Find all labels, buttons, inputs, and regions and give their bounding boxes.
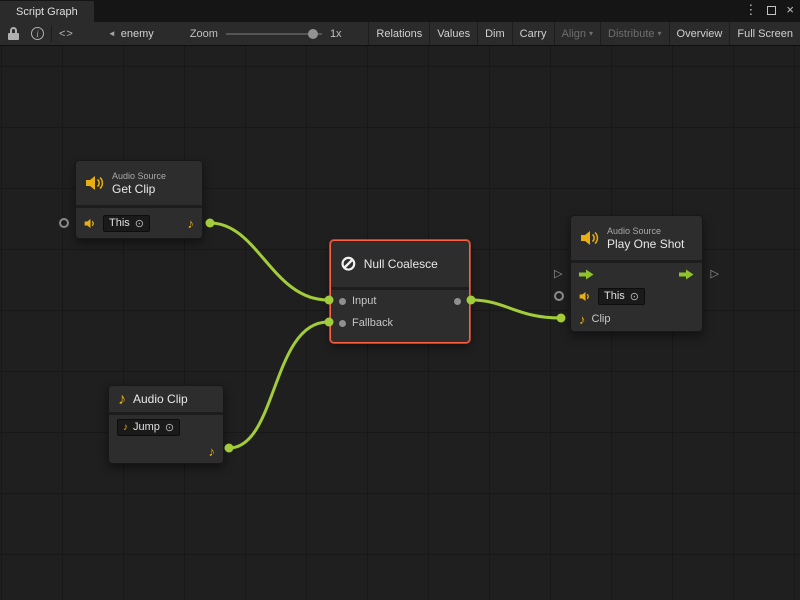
back-arrow-icon: ◄: [108, 29, 116, 38]
close-icon[interactable]: ×: [786, 3, 794, 17]
input-port[interactable]: [339, 298, 346, 305]
fullscreen-button[interactable]: Full Screen: [729, 22, 800, 45]
relations-button[interactable]: Relations: [368, 22, 429, 45]
fallback-port[interactable]: [339, 320, 346, 327]
graph-toolbar: i <> ◄ enemy Zoom 1x Relations Values Di…: [0, 22, 800, 46]
tab-script-graph[interactable]: Script Graph: [0, 1, 94, 22]
values-button[interactable]: Values: [429, 22, 477, 45]
node-audio-clip[interactable]: ♪ Audio Clip ♪ Jump ⊙ ♪: [108, 385, 224, 464]
distribute-button[interactable]: Distribute ▾: [600, 22, 668, 45]
node-null-coalesce[interactable]: ⊘ Null Coalesce Input Fallback: [330, 240, 470, 343]
audio-clip-icon: ♪: [118, 393, 126, 406]
window-controls: ⋮ ×: [744, 3, 794, 17]
caret-down-icon: ▾: [589, 29, 593, 38]
clip-output-note-icon[interactable]: ♪: [209, 445, 216, 458]
target-value: This: [109, 217, 130, 229]
node-title: Play One Shot: [607, 237, 684, 251]
object-picker-icon[interactable]: ⊙: [630, 290, 639, 303]
overview-button[interactable]: Overview: [669, 22, 730, 45]
node-header[interactable]: Audio Source Get Clip: [76, 161, 202, 205]
input-port-label: Input: [352, 295, 376, 307]
wire-audioclip-to-fallback[interactable]: [225, 318, 334, 453]
flow-out-arrow-icon[interactable]: [679, 269, 694, 280]
zoom-value: 1x: [330, 28, 342, 40]
wire-output-to-clip[interactable]: [467, 296, 566, 323]
audio-source-mini-icon: [579, 291, 592, 302]
clip-port-label: Clip: [592, 313, 611, 325]
zoom-slider-handle[interactable]: [308, 29, 318, 39]
tab-label: Script Graph: [16, 6, 78, 18]
audio-source-mini-icon: [84, 218, 97, 229]
toolbar-separator: [51, 26, 52, 42]
node-category: Audio Source: [607, 226, 684, 237]
audio-source-icon: [85, 175, 105, 191]
titlebar: Script Graph ⋮ ×: [0, 0, 800, 22]
null-coalesce-icon: ⊘: [340, 254, 357, 274]
node-title: Null Coalesce: [364, 257, 438, 271]
node-category: Audio Source: [112, 171, 166, 182]
carry-button[interactable]: Carry: [512, 22, 554, 45]
result-output-port[interactable]: [454, 298, 461, 305]
clip-output-note-icon[interactable]: ♪: [188, 217, 195, 230]
zoom-label: Zoom: [190, 28, 218, 40]
align-button[interactable]: Align ▾: [554, 22, 600, 45]
dim-button[interactable]: Dim: [477, 22, 512, 45]
target-input-port[interactable]: [59, 218, 69, 228]
target-dropdown[interactable]: This ⊙: [103, 215, 150, 232]
fallback-port-label: Fallback: [352, 317, 393, 329]
toolbar-buttons: Relations Values Dim Carry Align ▾ Distr…: [368, 22, 800, 45]
object-picker-icon[interactable]: ⊙: [165, 421, 174, 434]
node-title: Audio Clip: [133, 392, 188, 406]
node-header[interactable]: Audio Source Play One Shot: [571, 216, 702, 260]
caret-down-icon: ▾: [658, 29, 662, 38]
clip-note-icon: ♪: [123, 421, 128, 434]
info-icon[interactable]: i: [31, 27, 44, 40]
audio-source-icon: [580, 230, 600, 246]
node-get-clip[interactable]: Audio Source Get Clip This ⊙ ♪: [75, 160, 203, 239]
object-picker-icon[interactable]: ⊙: [135, 217, 144, 230]
flow-in-arrow-icon[interactable]: [579, 269, 594, 280]
lock-body: [8, 33, 19, 40]
wire-getclip-to-input[interactable]: [206, 219, 334, 305]
target-input-port[interactable]: [554, 291, 564, 301]
graph-canvas[interactable]: Audio Source Get Clip This ⊙ ♪ ⊘: [0, 46, 800, 600]
target-value: This: [604, 290, 625, 302]
graph-name: enemy: [121, 28, 154, 40]
maximize-icon[interactable]: [767, 6, 776, 15]
node-header[interactable]: ⊘ Null Coalesce: [331, 241, 469, 287]
zoom-slider[interactable]: [226, 27, 322, 41]
window-menu-icon[interactable]: ⋮: [744, 3, 757, 17]
flow-input-port[interactable]: ▷: [554, 269, 562, 280]
lock-icon[interactable]: [8, 27, 19, 41]
graph-breadcrumb[interactable]: ◄ enemy: [108, 28, 154, 40]
flow-output-port[interactable]: ▷: [711, 269, 719, 280]
target-dropdown[interactable]: This ⊙: [598, 288, 645, 305]
align-label: Align: [562, 28, 586, 40]
node-header[interactable]: ♪ Audio Clip: [109, 386, 223, 412]
audio-clip-value: Jump: [133, 421, 160, 433]
clip-note-icon: ♪: [579, 313, 586, 326]
node-title: Get Clip: [112, 182, 166, 196]
edit-script-icon[interactable]: <>: [59, 28, 74, 40]
distribute-label: Distribute: [608, 28, 654, 40]
node-play-one-shot[interactable]: Audio Source Play One Shot ▷ ▷: [570, 215, 703, 332]
audio-clip-dropdown[interactable]: ♪ Jump ⊙: [117, 419, 180, 436]
